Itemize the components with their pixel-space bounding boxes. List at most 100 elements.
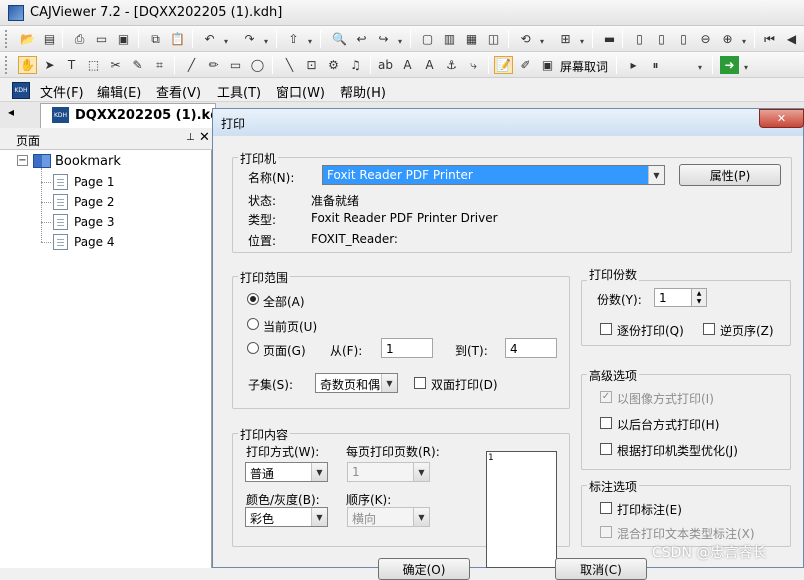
prev-page-icon[interactable]: ◀ — [782, 30, 801, 48]
tab-scroll-left-icon[interactable]: ◂ — [8, 105, 26, 125]
print-annotations-checkbox[interactable] — [600, 502, 612, 514]
document-icon[interactable]: KDH — [12, 82, 30, 99]
printer-properties-button[interactable]: 属性(P) — [679, 164, 781, 186]
actual-size-icon[interactable]: ▯ — [630, 30, 649, 48]
highlight-icon[interactable]: ✎ — [128, 56, 147, 74]
print-mode-select[interactable]: 普通 ▼ — [245, 462, 328, 482]
fullscreen-icon[interactable]: ▬ — [600, 30, 619, 48]
printer-name-select[interactable]: Foxit Reader PDF Printer ▼ — [322, 165, 665, 185]
open-icon[interactable]: 📂 — [18, 30, 37, 48]
fit-width-icon[interactable]: ▯ — [674, 30, 693, 48]
copy-icon[interactable]: ⧉ — [146, 30, 165, 48]
range-pages-radio[interactable] — [247, 342, 259, 354]
range-from-input[interactable]: 1 — [381, 338, 433, 358]
copies-count-input[interactable]: 1 — [654, 288, 692, 307]
range-pages-label[interactable]: 页面(G) — [263, 342, 306, 359]
range-to-input[interactable]: 4 — [505, 338, 557, 358]
edit-icon[interactable]: ✐ — [516, 56, 535, 74]
color-mode-select[interactable]: 彩色 ▼ — [245, 507, 328, 527]
zoom-in-icon[interactable]: ⊕ — [718, 30, 737, 48]
ocr-icon[interactable]: ⌗ — [150, 56, 169, 74]
copies-spinner[interactable]: ▲ ▼ — [691, 288, 707, 307]
chevron-down-icon[interactable]: ▼ — [381, 374, 397, 392]
pin-icon[interactable]: ⊥ — [186, 132, 195, 143]
chevron-down-icon[interactable]: ▾ — [578, 32, 586, 46]
menu-file[interactable]: 文件(F) — [40, 82, 84, 101]
pages-per-sheet-select[interactable]: 1 ▼ — [347, 462, 430, 482]
screen-ocr-label[interactable]: 屏幕取词 — [560, 58, 608, 75]
toolbar-overflow-icon[interactable]: ▾ — [306, 32, 314, 46]
background-print-label[interactable]: 以后台方式打印(H) — [617, 416, 719, 433]
audio-icon[interactable]: ♫ — [346, 56, 365, 74]
chevron-down-icon[interactable]: ▼ — [413, 508, 429, 526]
paste-icon[interactable]: 📋 — [168, 30, 187, 48]
ellipse-icon[interactable]: ◯ — [248, 56, 267, 74]
continuous-page-icon[interactable]: ▥ — [440, 30, 459, 48]
pen-icon[interactable]: ╱ — [182, 56, 201, 74]
find-icon[interactable]: 🔍 — [330, 30, 349, 48]
chevron-down-icon[interactable]: ▾ — [222, 32, 230, 46]
toolbar-overflow-icon[interactable]: ▾ — [396, 32, 404, 46]
toolbar-grip[interactable] — [5, 56, 8, 74]
mixed-annotations-checkbox[interactable] — [600, 526, 612, 538]
note-icon[interactable]: 📝 — [494, 56, 513, 74]
stamp-icon[interactable]: ⊡ — [302, 56, 321, 74]
dialog-close-button[interactable]: ✕ — [759, 109, 804, 128]
print-as-image-checkbox[interactable]: ✓ — [600, 391, 612, 403]
tree-collapse-icon[interactable]: − — [17, 155, 28, 166]
chevron-down-icon[interactable]: ▼ — [648, 166, 664, 184]
menu-tools[interactable]: 工具(T) — [217, 82, 261, 101]
chevron-down-icon[interactable]: ▼ — [311, 508, 327, 526]
snapshot-icon[interactable]: ✂ — [106, 56, 125, 74]
ok-button[interactable]: 确定(O) — [378, 558, 470, 580]
tree-item-page-1[interactable]: Page 1 — [74, 175, 115, 189]
rectangle-icon[interactable]: ▭ — [226, 56, 245, 74]
order-select[interactable]: 横向 ▼ — [347, 507, 430, 527]
strikeout-icon[interactable]: A — [398, 56, 417, 74]
menu-edit[interactable]: 编辑(E) — [97, 82, 141, 101]
underline-icon[interactable]: A — [420, 56, 439, 74]
document-tab-label[interactable]: DQXX202205 (1).kdh — [75, 108, 229, 123]
hand-tool-icon[interactable]: ✋ — [18, 56, 37, 74]
stop-icon[interactable]: ⏸ — [646, 56, 665, 74]
duplex-label[interactable]: 双面打印(D) — [431, 376, 498, 393]
undo-icon[interactable]: ↶ — [200, 30, 219, 48]
print-preview-icon[interactable]: ▭ — [92, 30, 111, 48]
zoom-out-icon[interactable]: ⊖ — [696, 30, 715, 48]
redo-icon[interactable]: ↷ — [240, 30, 259, 48]
close-icon[interactable]: ✕ — [199, 130, 210, 145]
cancel-button[interactable]: 取消(C) — [555, 558, 647, 580]
collate-checkbox[interactable] — [600, 323, 612, 335]
spin-up-icon[interactable]: ▲ — [697, 290, 702, 297]
tree-root-bookmark[interactable]: Bookmark — [55, 154, 121, 169]
anchor-icon[interactable]: ⚓ — [442, 56, 461, 74]
range-current-label[interactable]: 当前页(U) — [263, 318, 317, 335]
tree-item-page-2[interactable]: Page 2 — [74, 195, 115, 209]
text-select-icon[interactable]: T — [62, 56, 81, 74]
line-icon[interactable]: ╲ — [280, 56, 299, 74]
back-icon[interactable]: ↩ — [352, 30, 371, 48]
reverse-order-label[interactable]: 逆页序(Z) — [720, 322, 774, 339]
range-all-label[interactable]: 全部(A) — [263, 293, 305, 310]
toolbar-grip[interactable] — [5, 30, 8, 48]
play-icon[interactable]: ▸ — [624, 56, 643, 74]
range-current-radio[interactable] — [247, 318, 259, 330]
optimize-printer-label[interactable]: 根据打印机类型优化(J) — [617, 442, 738, 459]
chevron-down-icon[interactable]: ▾ — [262, 32, 270, 46]
range-all-radio[interactable] — [247, 293, 259, 305]
export-icon[interactable]: ⇧ — [284, 30, 303, 48]
chevron-down-icon[interactable]: ▼ — [311, 463, 327, 481]
single-page-icon[interactable]: ▢ — [418, 30, 437, 48]
select-arrow-icon[interactable]: ➤ — [40, 56, 59, 74]
save-icon[interactable]: ▤ — [40, 30, 59, 48]
spin-down-icon[interactable]: ▼ — [697, 298, 702, 305]
facing-page-icon[interactable]: ▦ — [462, 30, 481, 48]
menu-help[interactable]: 帮助(H) — [340, 82, 386, 101]
layout-icon[interactable]: ⊞ — [556, 30, 575, 48]
collate-label[interactable]: 逐份打印(Q) — [617, 322, 684, 339]
subset-select[interactable]: 奇数页和偶 ▼ — [315, 373, 398, 393]
pencil-icon[interactable]: ✏ — [204, 56, 223, 74]
fit-page-icon[interactable]: ▯ — [652, 30, 671, 48]
link-icon[interactable]: ⤷ — [464, 56, 483, 74]
forward-icon[interactable]: ↪ — [374, 30, 393, 48]
